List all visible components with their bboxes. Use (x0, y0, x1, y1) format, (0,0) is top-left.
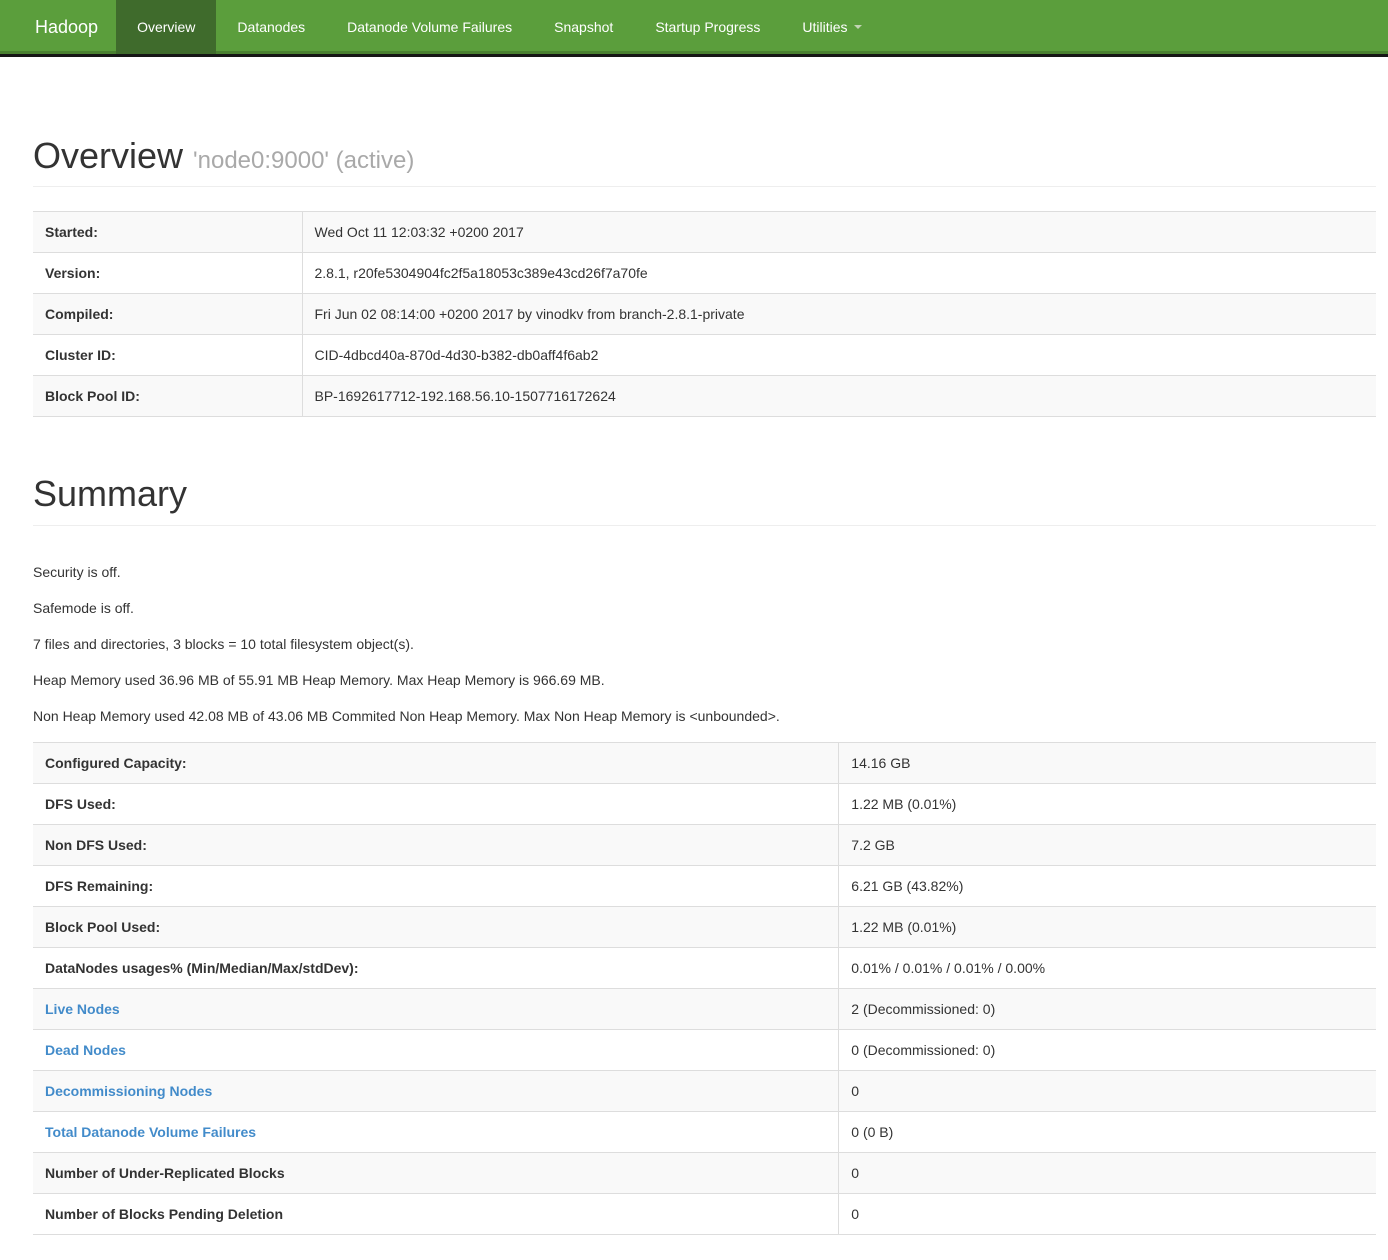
nav-item-overview[interactable]: Overview (116, 0, 216, 54)
row-value: Fri Jun 02 08:14:00 +0200 2017 by vinodk… (302, 294, 1376, 335)
nav-item-label: Datanodes (237, 19, 305, 35)
nav-item-datanodes[interactable]: Datanodes (216, 0, 326, 54)
security-status-text: Security is off. (33, 562, 1376, 582)
row-value: 7.2 GB (839, 824, 1376, 865)
row-value: 6.21 GB (43.82%) (839, 865, 1376, 906)
row-label: Started: (33, 212, 302, 253)
table-row: Number of Under-Replicated Blocks 0 (33, 1152, 1376, 1193)
table-row: DataNodes usages% (Min/Median/Max/stdDev… (33, 947, 1376, 988)
row-value: BP-1692617712-192.168.56.10-150771617262… (302, 376, 1376, 417)
filesystem-objects-text: 7 files and directories, 3 blocks = 10 t… (33, 634, 1376, 654)
table-row: Non DFS Used: 7.2 GB (33, 824, 1376, 865)
summary-table: Configured Capacity: 14.16 GB DFS Used: … (33, 742, 1376, 1235)
row-label: Compiled: (33, 294, 302, 335)
live-nodes-link[interactable]: Live Nodes (45, 1001, 120, 1017)
row-value: CID-4dbcd40a-870d-4d30-b382-db0aff4f6ab2 (302, 335, 1376, 376)
row-label: DFS Remaining: (33, 865, 839, 906)
nav-item-utilities-dropdown[interactable]: Utilities (781, 0, 882, 54)
page-subtitle: 'node0:9000' (active) (193, 147, 414, 174)
row-value: 0 (839, 1070, 1376, 1111)
page-title: Overview 'node0:9000' (active) (33, 135, 1376, 176)
table-row: DFS Remaining: 6.21 GB (43.82%) (33, 865, 1376, 906)
table-row: Started: Wed Oct 11 12:03:32 +0200 2017 (33, 212, 1376, 253)
navbar: Hadoop Overview Datanodes Datanode Volum… (0, 0, 1388, 57)
nav-menu: Overview Datanodes Datanode Volume Failu… (116, 0, 882, 54)
row-label: Number of Under-Replicated Blocks (33, 1152, 839, 1193)
page-content: Overview 'node0:9000' (active) Started: … (33, 135, 1376, 1235)
table-row: Total Datanode Volume Failures 0 (0 B) (33, 1111, 1376, 1152)
row-value: 0 (839, 1193, 1376, 1234)
row-label: Version: (33, 253, 302, 294)
decommissioning-nodes-link[interactable]: Decommissioning Nodes (45, 1083, 212, 1099)
nav-item-startup-progress[interactable]: Startup Progress (634, 0, 781, 54)
row-label: Number of Blocks Pending Deletion (33, 1193, 839, 1234)
row-label: Block Pool Used: (33, 906, 839, 947)
table-row: DFS Used: 1.22 MB (0.01%) (33, 783, 1376, 824)
nav-item-label: Utilities (802, 19, 847, 35)
summary-title: Summary (33, 473, 1376, 514)
chevron-down-icon (854, 25, 862, 29)
nav-item-label: Datanode Volume Failures (347, 19, 512, 35)
row-label: Non DFS Used: (33, 824, 839, 865)
row-label: DFS Used: (33, 783, 839, 824)
overview-info-table: Started: Wed Oct 11 12:03:32 +0200 2017 … (33, 211, 1376, 417)
nav-item-label: Snapshot (554, 19, 613, 35)
nav-item-label: Overview (137, 19, 195, 35)
table-row: Number of Blocks Pending Deletion 0 (33, 1193, 1376, 1234)
row-value: 2.8.1, r20fe5304904fc2f5a18053c389e43cd2… (302, 253, 1376, 294)
summary-page-header: Summary (33, 473, 1376, 525)
table-row: Live Nodes 2 (Decommissioned: 0) (33, 988, 1376, 1029)
row-value: 2 (Decommissioned: 0) (839, 988, 1376, 1029)
overview-page-header: Overview 'node0:9000' (active) (33, 135, 1376, 187)
nav-item-datanode-volume-failures[interactable]: Datanode Volume Failures (326, 0, 533, 54)
row-value: 1.22 MB (0.01%) (839, 906, 1376, 947)
row-value: 0 (Decommissioned: 0) (839, 1029, 1376, 1070)
heap-memory-text: Heap Memory used 36.96 MB of 55.91 MB He… (33, 670, 1376, 690)
row-label: Configured Capacity: (33, 742, 839, 783)
row-value: 1.22 MB (0.01%) (839, 783, 1376, 824)
row-label: Block Pool ID: (33, 376, 302, 417)
table-row: Block Pool Used: 1.22 MB (0.01%) (33, 906, 1376, 947)
row-value: 14.16 GB (839, 742, 1376, 783)
table-row: Compiled: Fri Jun 02 08:14:00 +0200 2017… (33, 294, 1376, 335)
table-row: Configured Capacity: 14.16 GB (33, 742, 1376, 783)
page-title-text: Overview (33, 135, 183, 176)
nav-item-label: Startup Progress (655, 19, 760, 35)
table-row: Decommissioning Nodes 0 (33, 1070, 1376, 1111)
safemode-status-text: Safemode is off. (33, 598, 1376, 618)
row-value: 0 (839, 1152, 1376, 1193)
non-heap-memory-text: Non Heap Memory used 42.08 MB of 43.06 M… (33, 706, 1376, 726)
nav-item-snapshot[interactable]: Snapshot (533, 0, 634, 54)
table-row: Version: 2.8.1, r20fe5304904fc2f5a18053c… (33, 253, 1376, 294)
row-value: 0 (0 B) (839, 1111, 1376, 1152)
table-row: Cluster ID: CID-4dbcd40a-870d-4d30-b382-… (33, 335, 1376, 376)
row-value: Wed Oct 11 12:03:32 +0200 2017 (302, 212, 1376, 253)
brand-link[interactable]: Hadoop (0, 0, 116, 54)
row-label: Cluster ID: (33, 335, 302, 376)
row-label: DataNodes usages% (Min/Median/Max/stdDev… (33, 947, 839, 988)
table-row: Dead Nodes 0 (Decommissioned: 0) (33, 1029, 1376, 1070)
dead-nodes-link[interactable]: Dead Nodes (45, 1042, 126, 1058)
total-datanode-volume-failures-link[interactable]: Total Datanode Volume Failures (45, 1124, 256, 1140)
table-row: Block Pool ID: BP-1692617712-192.168.56.… (33, 376, 1376, 417)
row-value: 0.01% / 0.01% / 0.01% / 0.00% (839, 947, 1376, 988)
